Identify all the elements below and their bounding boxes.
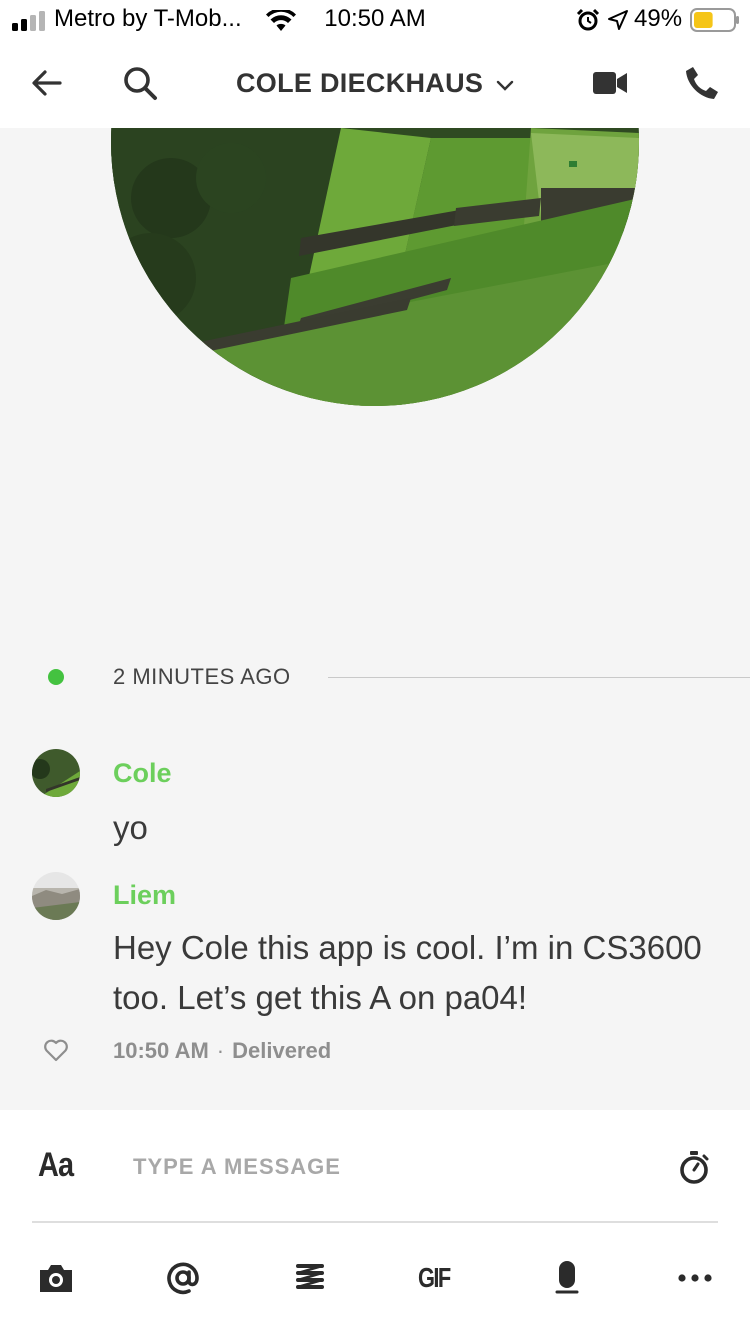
composer-divider bbox=[32, 1221, 718, 1223]
sender-name[interactable]: Cole bbox=[113, 758, 172, 789]
online-indicator bbox=[48, 669, 64, 685]
font-toggle-button[interactable]: Aa bbox=[38, 1146, 74, 1185]
search-icon[interactable] bbox=[121, 64, 159, 102]
camera-icon[interactable] bbox=[38, 1260, 74, 1296]
status-bar: Metro by T-Mob... 10:50 AM 49% bbox=[0, 0, 750, 40]
chevron-down-icon[interactable] bbox=[495, 78, 515, 92]
message-meta: 10:50 AM · Delivered bbox=[113, 1038, 331, 1064]
profile-photo-image bbox=[111, 128, 639, 406]
meta-separator: · bbox=[216, 1038, 225, 1063]
spring-icon[interactable] bbox=[292, 1260, 328, 1296]
message-text: Hey Cole this app is cool. I’m in CS3600… bbox=[113, 929, 702, 1016]
avatar-cole-image bbox=[32, 749, 80, 797]
time-divider-label: 2 MINUTES AGO bbox=[113, 664, 291, 689]
profile-photo bbox=[111, 128, 639, 406]
gif-button[interactable]: GIF bbox=[418, 1262, 451, 1298]
battery-percent: 49% bbox=[634, 5, 683, 32]
phone-icon[interactable] bbox=[684, 65, 720, 101]
battery-icon bbox=[690, 8, 739, 32]
location-icon bbox=[608, 10, 628, 30]
delivery-status: Delivered bbox=[232, 1038, 332, 1063]
avatar[interactable] bbox=[32, 872, 80, 920]
time-divider-line bbox=[328, 677, 750, 678]
microphone-icon[interactable] bbox=[549, 1260, 585, 1296]
stopwatch-icon[interactable] bbox=[678, 1150, 710, 1184]
message-time: 10:50 AM bbox=[113, 1038, 209, 1063]
video-camera-icon[interactable] bbox=[592, 68, 628, 98]
mention-icon[interactable] bbox=[165, 1260, 201, 1296]
sender-name[interactable]: Liem bbox=[113, 880, 176, 911]
avatar-liem-image bbox=[32, 872, 80, 920]
avatar[interactable] bbox=[32, 749, 80, 797]
conversation-header: COLE DIECKHAUS bbox=[0, 40, 750, 128]
message-input[interactable]: TYPE A MESSAGE bbox=[133, 1154, 341, 1180]
back-arrow-icon[interactable] bbox=[30, 66, 64, 100]
more-icon[interactable] bbox=[677, 1260, 713, 1296]
message-text: yo bbox=[113, 809, 148, 846]
alarm-icon bbox=[576, 8, 600, 31]
heart-icon[interactable] bbox=[43, 1038, 69, 1062]
message-composer: Aa TYPE A MESSAGE GIF bbox=[0, 1110, 750, 1334]
conversation-title[interactable]: COLE DIECKHAUS bbox=[236, 68, 483, 99]
